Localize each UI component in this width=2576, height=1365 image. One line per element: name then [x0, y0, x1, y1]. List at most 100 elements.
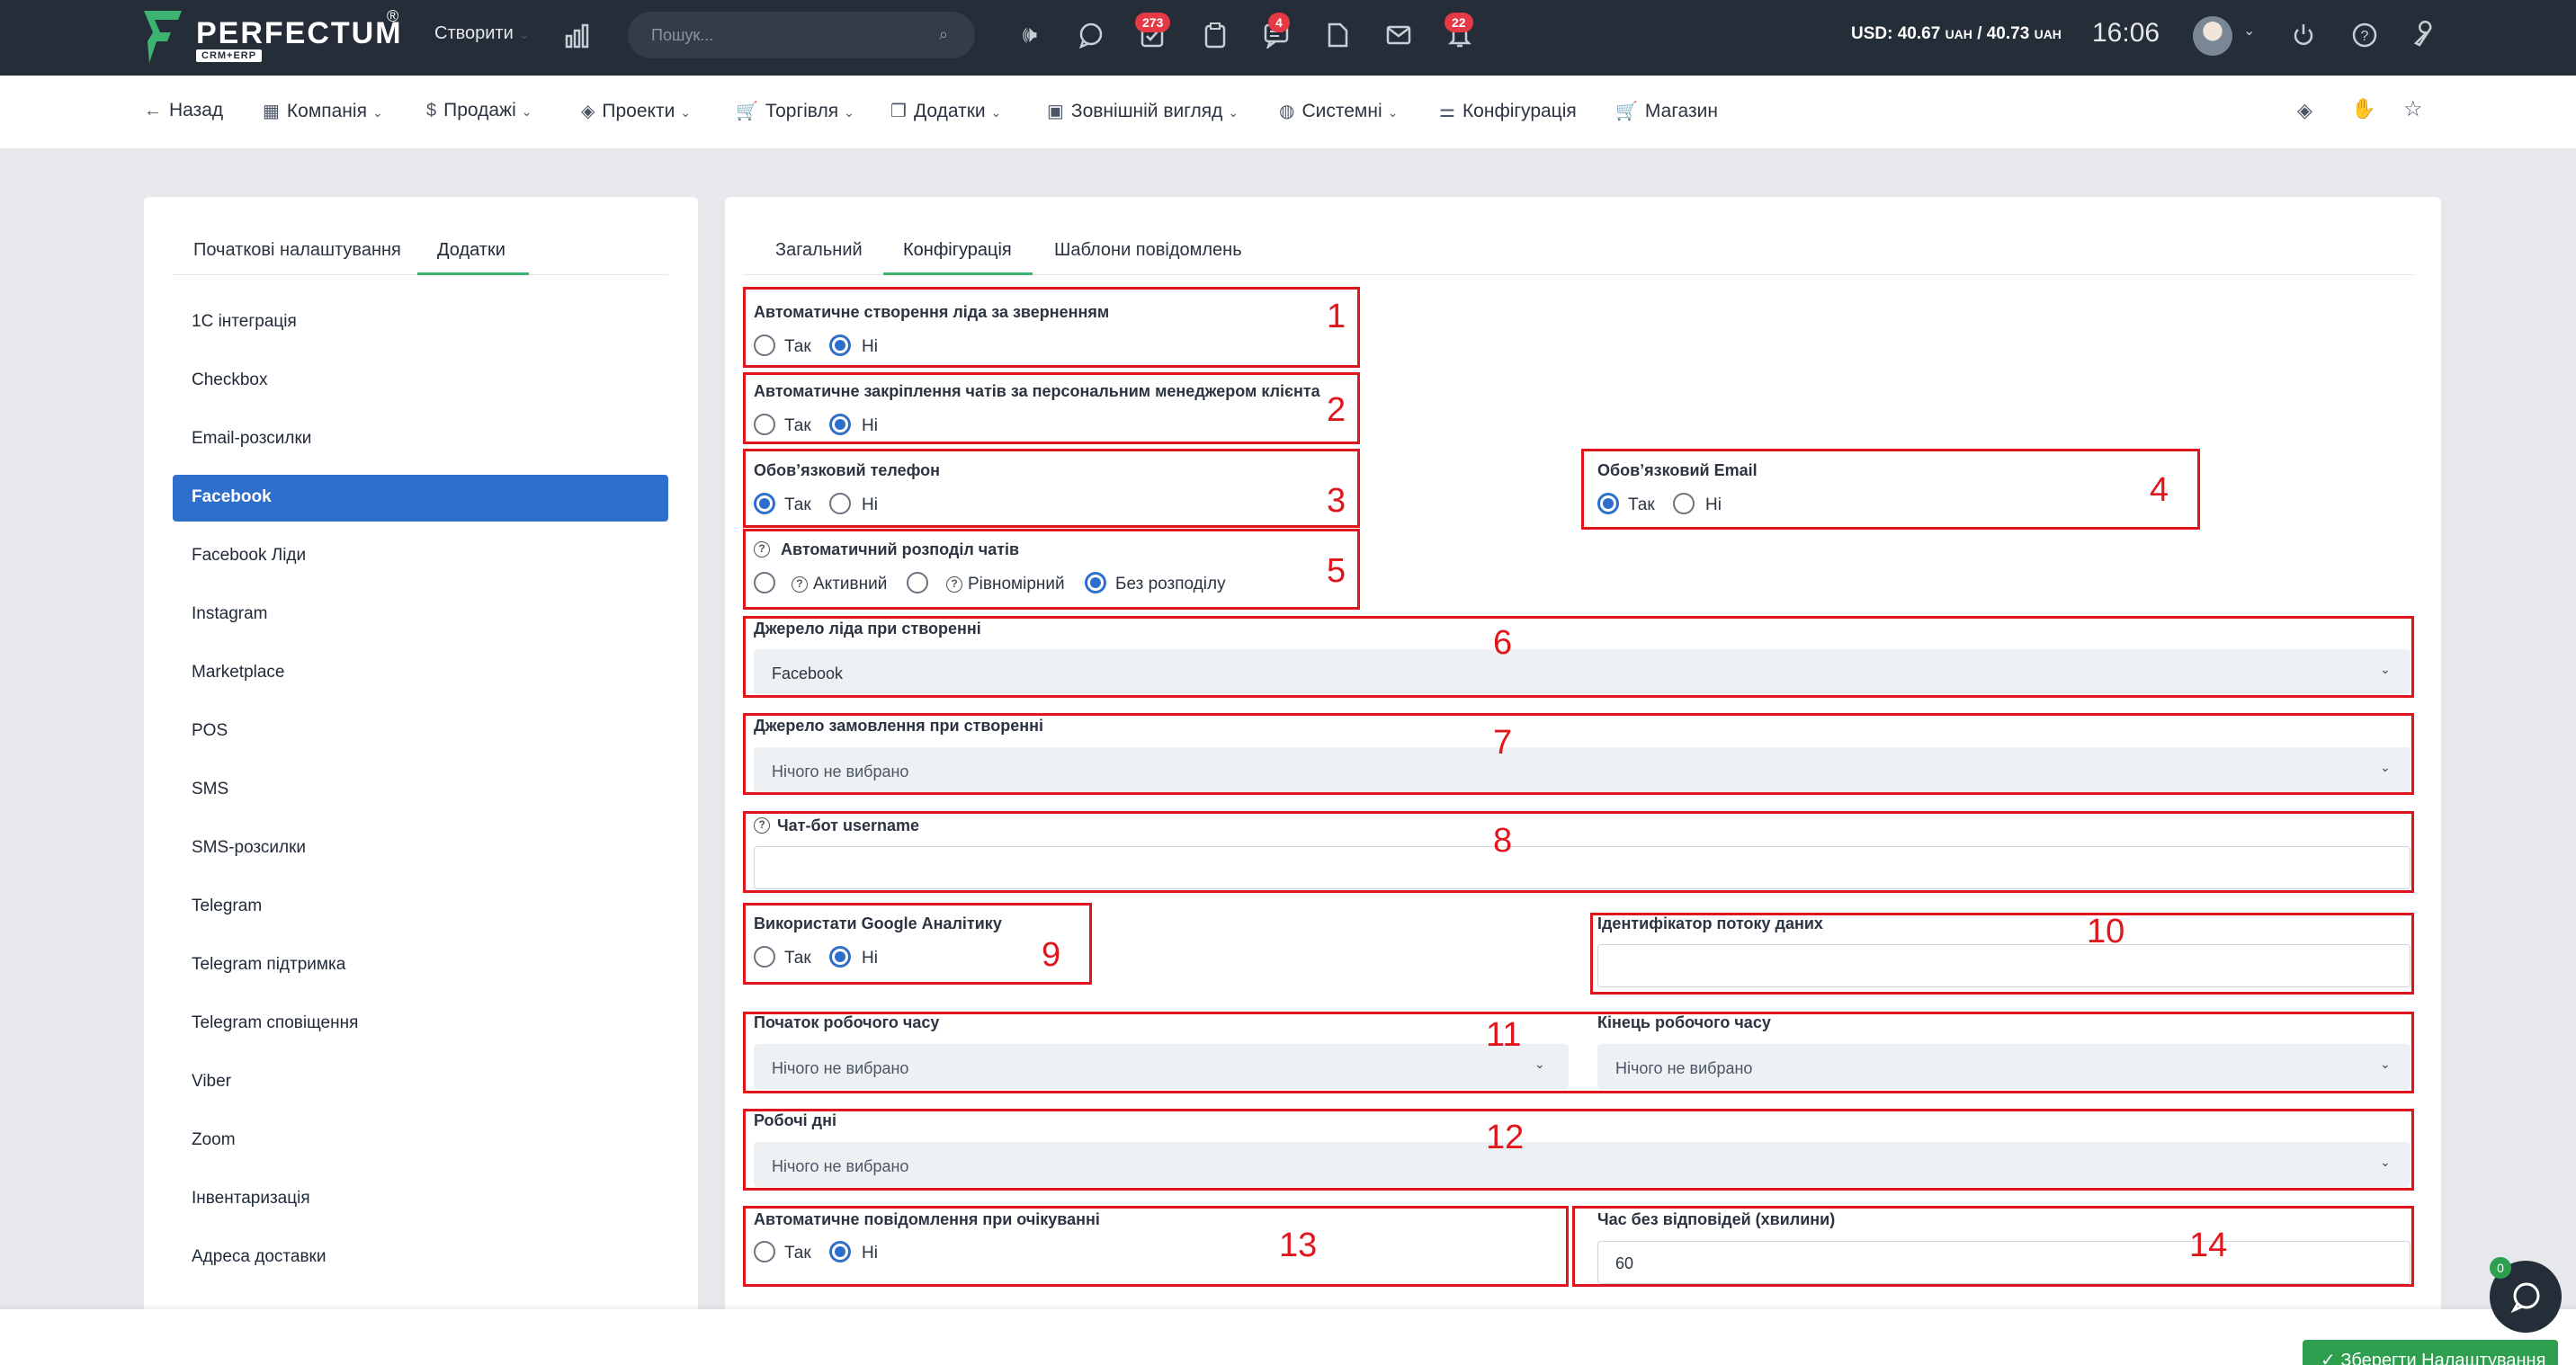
nav-configuration[interactable]: ⚌ Конфігурація: [1439, 100, 1577, 122]
logo-mark-icon[interactable]: [144, 11, 182, 63]
bottom-bar: [0, 1309, 2576, 1365]
tab-configuration[interactable]: Конфігурація: [903, 240, 1012, 261]
nav-back[interactable]: ← Назад: [144, 100, 223, 121]
annotation-number-8: 8: [1493, 822, 1513, 860]
sidebar-item-telegram[interactable]: Telegram: [192, 897, 262, 916]
sidebar-item-delivery-address[interactable]: Адреса доставки: [192, 1247, 326, 1267]
annotation-number-12: 12: [1486, 1119, 1525, 1156]
nav-sales-label: Продажі: [443, 100, 516, 120]
annotation-number-11: 11: [1486, 1016, 1522, 1054]
annotation-number-13: 13: [1279, 1227, 1318, 1264]
copy-icon: ❐: [890, 102, 907, 121]
annotation-number-1: 1: [1327, 298, 1346, 335]
hand-icon[interactable]: ✋: [2351, 97, 2375, 120]
annotation-number-2: 2: [1327, 391, 1346, 429]
search-icon[interactable]: ⌕: [939, 25, 948, 44]
sidebar-item-telegram-support[interactable]: Telegram підтримка: [192, 955, 345, 975]
currency-rate: USD: 40.67 UAH / 40.73 UAH: [1851, 24, 2062, 43]
svg-text:?: ?: [2361, 29, 2369, 44]
clipboard-icon[interactable]: [1202, 22, 1229, 49]
speaker-icon[interactable]: 🕪: [1015, 20, 1045, 50]
nav-appearance[interactable]: ▣ Зовнішній вигляд ⌄: [1047, 100, 1239, 122]
tab-message-templates[interactable]: Шаблони повідомлень: [1054, 240, 1242, 261]
nav-trade[interactable]: 🛒 Торгівля ⌄: [736, 100, 854, 122]
annotation-box-11: [743, 1012, 2414, 1093]
brand-subtitle: CRM+ERP: [196, 49, 263, 62]
sidebar-item-sms[interactable]: SMS: [192, 780, 228, 799]
annotation-box-7: [743, 713, 2414, 795]
create-menu[interactable]: Створити ⌄: [434, 23, 530, 44]
annotation-box-8: [743, 811, 2414, 893]
nav-company-label: Компанія: [286, 101, 367, 121]
nav-back-label: Назад: [169, 100, 224, 120]
annotation-number-7: 7: [1493, 724, 1513, 762]
nav-sales[interactable]: $ Продажі ⌄: [426, 100, 532, 121]
nav-shop-label: Магазин: [1644, 101, 1718, 121]
sidebar-item-pos[interactable]: POS: [192, 721, 228, 741]
right-tab-indicator: [883, 272, 1033, 275]
star-icon[interactable]: ☆: [2403, 96, 2423, 122]
nav-shop[interactable]: 🛒 Магазин: [1615, 100, 1718, 122]
annotation-box-10: [1590, 913, 2414, 995]
sidebar-item-email[interactable]: Email-розсилки: [192, 429, 311, 449]
annotation-box-4: [1581, 449, 2200, 530]
annotation-box-13: [743, 1206, 1569, 1287]
chevron-down-icon: ⌄: [371, 105, 383, 120]
document-icon[interactable]: [1324, 22, 1351, 49]
chat-bubble-icon: [2510, 1282, 2540, 1313]
sidebar-item-instagram[interactable]: Instagram: [192, 604, 267, 624]
save-settings-button[interactable]: ✓ Зберегти Налаштування: [2303, 1340, 2558, 1365]
mail-icon[interactable]: [1385, 22, 1412, 49]
sidebar-item-sms-mailing[interactable]: SMS-розсилки: [192, 838, 306, 858]
shop-cart-icon: 🛒: [1615, 102, 1638, 121]
sidebar-item-inventory[interactable]: Інвентаризація: [192, 1189, 310, 1209]
nav-system[interactable]: ◍ Системні ⌄: [1279, 100, 1398, 122]
notifications-badge: 22: [1445, 13, 1473, 32]
tab-initial-settings[interactable]: Початкові налаштування: [193, 240, 401, 261]
help-icon[interactable]: ?: [2351, 22, 2378, 49]
avatar[interactable]: [2193, 16, 2232, 56]
nav-projects[interactable]: ◈ Проекти ⌄: [581, 100, 691, 122]
nav-trade-label: Торгівля: [765, 101, 839, 121]
stack-icon[interactable]: ◈: [2297, 99, 2312, 122]
annotation-box-12: [743, 1109, 2414, 1191]
building-icon: ▦: [263, 102, 280, 121]
clock: 16:06: [2092, 18, 2160, 48]
wrench-icon[interactable]: [2411, 20, 2439, 49]
sidebar-item-facebook[interactable]: Facebook: [192, 487, 272, 507]
search-input[interactable]: Пошук...: [651, 26, 713, 45]
nav-system-label: Системні: [1301, 101, 1382, 121]
annotation-box-3: [743, 449, 1360, 528]
power-icon[interactable]: [2290, 22, 2317, 49]
sidebar-item-telegram-notifications[interactable]: Telegram сповіщення: [192, 1013, 358, 1033]
chat-widget-badge: 0: [2490, 1257, 2511, 1279]
sidebar-item-marketplace[interactable]: Marketplace: [192, 663, 285, 682]
annotation-box-6: [743, 616, 2414, 698]
annotation-box-1: [743, 287, 1360, 368]
tab-addons[interactable]: Додатки: [437, 240, 505, 261]
dollar-icon: $: [426, 101, 437, 120]
messages-badge: 4: [1268, 13, 1290, 32]
tab-general[interactable]: Загальний: [775, 240, 863, 261]
brand-registered-mark: ®: [387, 7, 399, 25]
image-icon: ▣: [1047, 102, 1064, 121]
chevron-down-icon[interactable]: ⌄: [2243, 22, 2255, 40]
globe-icon: ◍: [1279, 102, 1295, 121]
chevron-down-icon: ⌄: [518, 27, 530, 41]
sidebar-item-1c[interactable]: 1С інтеграція: [192, 312, 297, 332]
nav-addons-label: Додатки: [913, 101, 986, 121]
nav-company[interactable]: ▦ Компанія ⌄: [263, 100, 383, 122]
chevron-down-icon: ⌄: [1228, 105, 1239, 120]
chat-bubble-icon[interactable]: [1078, 22, 1105, 49]
annotation-number-10: 10: [2087, 913, 2125, 950]
sidebar-item-viber[interactable]: Viber: [192, 1072, 231, 1092]
annotation-box-5: [743, 529, 1360, 610]
nav-addons[interactable]: ❐ Додатки ⌄: [890, 100, 1001, 122]
bar-chart-icon[interactable]: [565, 23, 590, 49]
sidebar-item-checkbox[interactable]: Checkbox: [192, 370, 268, 390]
annotation-box-2: [743, 372, 1360, 444]
sidebar-item-zoom[interactable]: Zoom: [192, 1130, 236, 1150]
sidebar-item-facebook-leads[interactable]: Facebook Ліди: [192, 546, 306, 566]
tasks-badge: 273: [1135, 13, 1171, 32]
nav-appearance-label: Зовнішній вигляд: [1070, 101, 1223, 121]
